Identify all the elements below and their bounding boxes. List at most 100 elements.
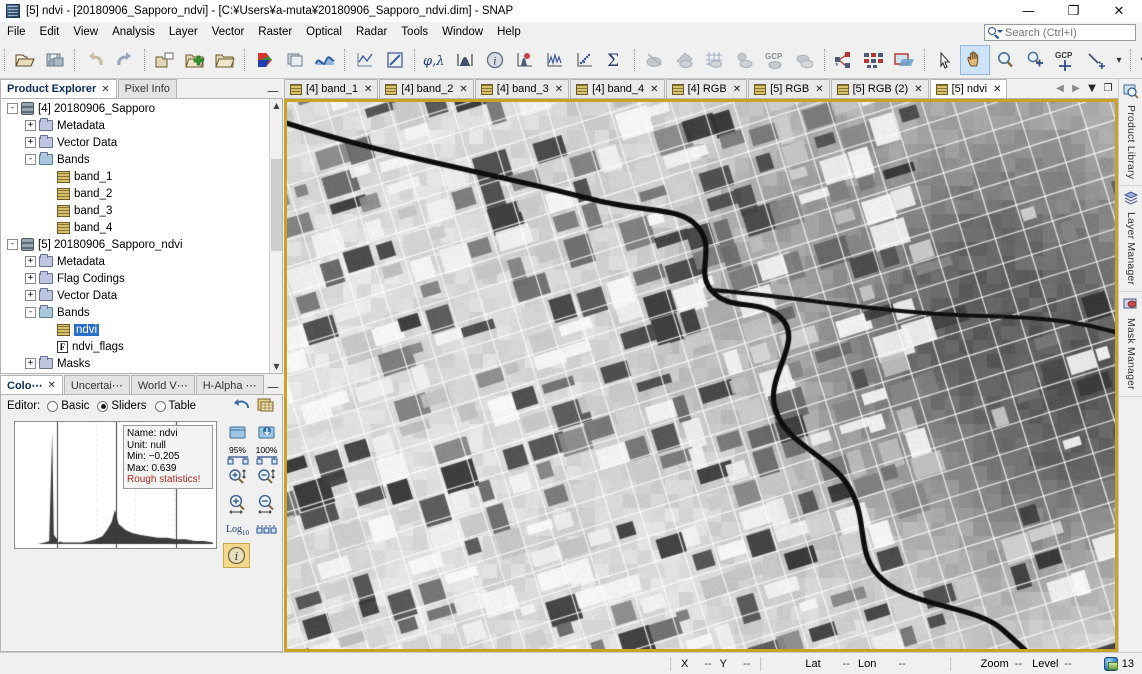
scroll-tabs-right-icon[interactable]: ▶ xyxy=(1068,80,1084,96)
maximize-window-icon[interactable]: ❐ xyxy=(1100,80,1116,96)
tab-pixel-info[interactable]: Pixel Info xyxy=(118,79,177,98)
stretch-95-icon[interactable] xyxy=(223,452,252,465)
menu-radar[interactable]: Radar xyxy=(349,23,394,41)
close-button[interactable]: ✕ xyxy=(1096,0,1142,22)
mask-overlay-icon[interactable] xyxy=(790,45,820,75)
global-search-box[interactable] xyxy=(984,24,1136,41)
sidebar-item-mask-manager[interactable]: Mask Manager xyxy=(1119,292,1142,397)
close-icon[interactable]: ✕ xyxy=(555,84,563,95)
tab-list-icon[interactable]: ▼ xyxy=(1084,80,1100,96)
memory-indicator[interactable]: 13 xyxy=(1104,657,1134,671)
save-product-icon[interactable] xyxy=(40,45,70,75)
menu-edit[interactable]: Edit xyxy=(33,23,67,41)
open-rgb-image-icon[interactable] xyxy=(250,45,280,75)
gcp-overlay-icon[interactable]: GCP xyxy=(760,45,790,75)
close-icon[interactable]: ✕ xyxy=(815,84,823,95)
graticule-overlay-icon[interactable] xyxy=(700,45,730,75)
subset-icon[interactable] xyxy=(890,45,920,75)
open-product-icon[interactable] xyxy=(10,45,40,75)
profile-plot-icon[interactable] xyxy=(350,45,380,75)
radio-sliders-icon[interactable] xyxy=(97,401,108,412)
collapse-node-icon[interactable]: - xyxy=(25,154,36,165)
scroll-up-icon[interactable]: ▲ xyxy=(270,99,283,112)
tree-node[interactable]: +Vector Data xyxy=(1,287,271,304)
expand-node-icon[interactable]: + xyxy=(25,120,36,131)
wavelength-icon[interactable] xyxy=(310,45,340,75)
menu-raster[interactable]: Raster xyxy=(251,23,299,41)
product-tree-scrollbar[interactable]: ▲ ▼ xyxy=(269,99,282,373)
geometry-overlay-icon[interactable] xyxy=(670,45,700,75)
minimize-dock-icon[interactable]: — xyxy=(267,86,279,96)
radio-table-icon[interactable] xyxy=(155,401,166,412)
menu-view[interactable]: View xyxy=(66,23,105,41)
pin-overlay-icon[interactable] xyxy=(730,45,760,75)
tree-node[interactable]: +Flag Codings xyxy=(1,270,271,287)
tab-uncertainty[interactable]: Uncertai⋯ xyxy=(64,375,130,394)
zoom-tool-icon[interactable] xyxy=(990,45,1020,75)
information-icon[interactable]: i xyxy=(480,45,510,75)
log-scale-icon[interactable]: Log10 xyxy=(223,517,252,543)
collapse-node-icon[interactable]: - xyxy=(7,239,18,250)
tools-dropdown-icon[interactable]: ▾ xyxy=(1112,45,1126,75)
zoom-out-vertical-icon[interactable] xyxy=(252,465,281,491)
tree-node[interactable]: -Bands xyxy=(1,304,271,321)
line-drawing-tool-icon[interactable] xyxy=(1082,45,1112,75)
menu-layer[interactable]: Layer xyxy=(162,23,205,41)
expand-node-icon[interactable]: + xyxy=(25,273,36,284)
image-view-tab[interactable]: [4] RGB✕ xyxy=(666,79,748,98)
geo-coding-icon[interactable]: φ,λ xyxy=(420,45,450,75)
import-product-icon[interactable] xyxy=(150,45,180,75)
tree-node[interactable]: -[5] 20180906_Sapporo_ndvi xyxy=(1,236,271,253)
zoom-in-horizontal-icon[interactable] xyxy=(223,491,252,517)
collapse-node-icon[interactable]: - xyxy=(25,307,36,318)
image-view-tab[interactable]: [5] RGB✕ xyxy=(748,79,830,98)
tree-node[interactable]: +Metadata xyxy=(1,117,271,134)
close-icon[interactable]: ✕ xyxy=(47,380,55,391)
tab-h-alpha[interactable]: H-Alpha ⋯ xyxy=(196,375,264,394)
graph-builder-icon[interactable]: * xyxy=(830,45,860,75)
menu-analysis[interactable]: Analysis xyxy=(105,23,162,41)
minimize-colour-panel-icon[interactable]: — xyxy=(267,382,279,392)
evenly-distribute-icon[interactable] xyxy=(252,517,281,543)
undo-icon[interactable] xyxy=(80,45,110,75)
pan-tool-icon[interactable] xyxy=(960,45,990,75)
tab-world-view[interactable]: World V⋯ xyxy=(131,375,195,394)
tree-node[interactable]: -[4] 20180906_Sapporo xyxy=(1,100,271,117)
menu-optical[interactable]: Optical xyxy=(299,23,349,41)
image-view-tab[interactable]: [4] band_1✕ xyxy=(284,79,378,98)
close-icon[interactable]: ✕ xyxy=(364,84,372,95)
statistics-icon[interactable]: Σ xyxy=(600,45,630,75)
sidebar-item-layer-manager[interactable]: Layer Manager xyxy=(1119,186,1142,292)
ndvi-raster-canvas[interactable] xyxy=(287,102,1115,649)
sidebar-item-product-library[interactable]: Product Library xyxy=(1119,79,1142,186)
open-image-view-icon[interactable] xyxy=(280,45,310,75)
add-product-icon[interactable] xyxy=(180,45,210,75)
image-view-tab[interactable]: [4] band_2✕ xyxy=(379,79,473,98)
search-input[interactable] xyxy=(1003,26,1123,40)
tree-node[interactable]: band_1 xyxy=(1,168,271,185)
restore-button[interactable]: ❐ xyxy=(1051,0,1096,22)
scroll-down-icon[interactable]: ▼ xyxy=(270,360,283,373)
ndvi-image-view[interactable] xyxy=(284,99,1118,652)
pin-placing-tool-icon[interactable] xyxy=(1020,45,1050,75)
export-palette-icon[interactable] xyxy=(252,419,281,445)
editor-option-table[interactable]: Table xyxy=(155,400,197,412)
close-icon[interactable]: ✕ xyxy=(650,84,658,95)
radio-basic-icon[interactable] xyxy=(47,401,58,412)
image-view-tab[interactable]: [4] band_4✕ xyxy=(570,79,664,98)
reset-icon[interactable] xyxy=(232,396,252,417)
export-product-icon[interactable] xyxy=(210,45,240,75)
time-series-icon[interactable] xyxy=(540,45,570,75)
tree-node[interactable]: -Bands xyxy=(1,151,271,168)
collapse-node-icon[interactable]: - xyxy=(7,103,18,114)
expand-node-icon[interactable]: + xyxy=(25,137,36,148)
expand-node-icon[interactable]: + xyxy=(25,256,36,267)
close-icon[interactable]: ✕ xyxy=(993,84,1001,95)
stretch-100-icon[interactable] xyxy=(252,452,281,465)
editor-option-sliders[interactable]: Sliders xyxy=(97,400,146,412)
gcp-placing-tool-icon[interactable]: GCP xyxy=(1050,45,1082,75)
tree-node[interactable]: band_4 xyxy=(1,219,271,236)
import-palette-icon[interactable] xyxy=(223,419,252,445)
close-icon[interactable]: ✕ xyxy=(101,84,109,95)
tab-product-explorer[interactable]: Product Explorer ✕ xyxy=(0,79,117,98)
